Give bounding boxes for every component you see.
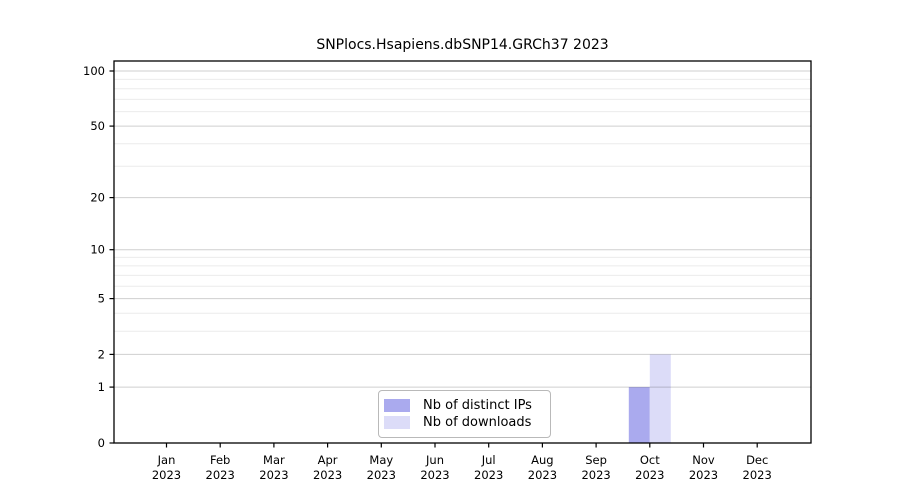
x-tick-label-year: 2023 xyxy=(420,468,449,482)
y-tick-label: 10 xyxy=(90,243,105,257)
y-tick-label: 0 xyxy=(98,436,105,450)
y-tick-label: 20 xyxy=(90,191,105,205)
x-tick-label-year: 2023 xyxy=(152,468,181,482)
x-tick-label-month: Nov xyxy=(692,453,715,467)
y-tick-label: 2 xyxy=(98,347,105,361)
legend-label-distinct-ips: Nb of distinct IPs xyxy=(423,399,532,412)
legend-label-downloads: Nb of downloads xyxy=(423,416,531,429)
x-tick-label-month: Mar xyxy=(263,453,285,467)
bar-nb-of-distinct-ips-oct-2023 xyxy=(629,387,650,443)
y-tick-label: 5 xyxy=(98,292,105,306)
x-tick-label-month: Apr xyxy=(318,453,338,467)
y-tick-label: 1 xyxy=(98,380,105,394)
x-tick-label-month: Oct xyxy=(640,453,660,467)
legend-item-distinct-ips: Nb of distinct IPs xyxy=(384,399,544,412)
legend-item-downloads: Nb of downloads xyxy=(384,416,544,429)
x-tick-label-year: 2023 xyxy=(313,468,342,482)
x-tick-label-month: Feb xyxy=(210,453,230,467)
figure: SNPlocs.Hsapiens.dbSNP14.GRCh37 2023 012… xyxy=(0,0,900,500)
x-tick-label-year: 2023 xyxy=(367,468,396,482)
x-tick-label-year: 2023 xyxy=(635,468,664,482)
legend-swatch-downloads xyxy=(384,416,410,429)
x-tick-label-month: Aug xyxy=(531,453,553,467)
x-tick-label-year: 2023 xyxy=(581,468,610,482)
legend-swatch-distinct-ips xyxy=(384,399,410,412)
x-tick-label-month: Jul xyxy=(481,453,496,467)
x-tick-label-year: 2023 xyxy=(743,468,772,482)
x-tick-label-year: 2023 xyxy=(259,468,288,482)
bar-nb-of-downloads-oct-2023 xyxy=(650,354,671,443)
x-tick-label-year: 2023 xyxy=(474,468,503,482)
x-tick-label-year: 2023 xyxy=(206,468,235,482)
y-tick-label: 100 xyxy=(83,64,105,78)
legend: Nb of distinct IPs Nb of downloads xyxy=(378,390,551,438)
x-tick-label-year: 2023 xyxy=(689,468,718,482)
axes-box xyxy=(114,61,811,443)
x-tick-label-month: Jan xyxy=(157,453,176,467)
y-tick-label: 50 xyxy=(90,119,105,133)
x-tick-label-month: Jun xyxy=(425,453,444,467)
x-tick-label-year: 2023 xyxy=(528,468,557,482)
x-tick-label-month: May xyxy=(369,453,393,467)
x-tick-label-month: Sep xyxy=(585,453,607,467)
x-tick-label-month: Dec xyxy=(746,453,768,467)
